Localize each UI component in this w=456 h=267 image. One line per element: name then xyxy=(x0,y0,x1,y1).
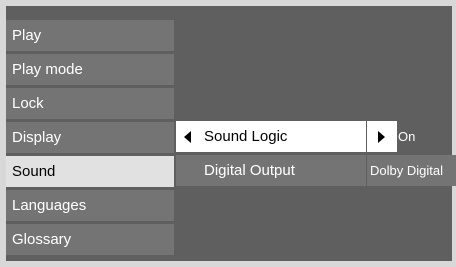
left-arrow-icon[interactable] xyxy=(184,131,191,143)
menu-item-play-mode[interactable]: Play mode xyxy=(6,54,174,85)
sound-submenu: Sound Logic On Digital Output Dolby Digi… xyxy=(176,121,456,186)
submenu-row-sound-logic[interactable]: Sound Logic On xyxy=(176,121,456,152)
main-menu: Play Play mode Lock Display Sound Langua… xyxy=(6,20,174,256)
sound-logic-label[interactable]: Sound Logic xyxy=(176,121,366,152)
submenu-row-digital-output[interactable]: Digital Output Dolby Digital xyxy=(176,155,456,186)
menu-item-display[interactable]: Display xyxy=(6,122,174,153)
frame-top xyxy=(0,0,456,6)
digital-output-value: Dolby Digital xyxy=(370,163,443,178)
frame-bottom xyxy=(0,261,456,267)
right-arrow-icon[interactable] xyxy=(378,131,385,143)
sound-logic-next-button[interactable] xyxy=(367,121,397,152)
menu-item-glossary[interactable]: Glossary xyxy=(6,224,174,255)
digital-output-label[interactable]: Digital Output xyxy=(176,155,366,186)
menu-item-languages[interactable]: Languages xyxy=(6,190,174,221)
menu-item-play[interactable]: Play xyxy=(6,20,174,51)
sound-logic-value: On xyxy=(398,129,416,144)
menu-item-sound[interactable]: Sound xyxy=(6,156,174,187)
menu-item-lock[interactable]: Lock xyxy=(6,88,174,119)
osd-screen: Play Play mode Lock Display Sound Langua… xyxy=(0,0,456,267)
